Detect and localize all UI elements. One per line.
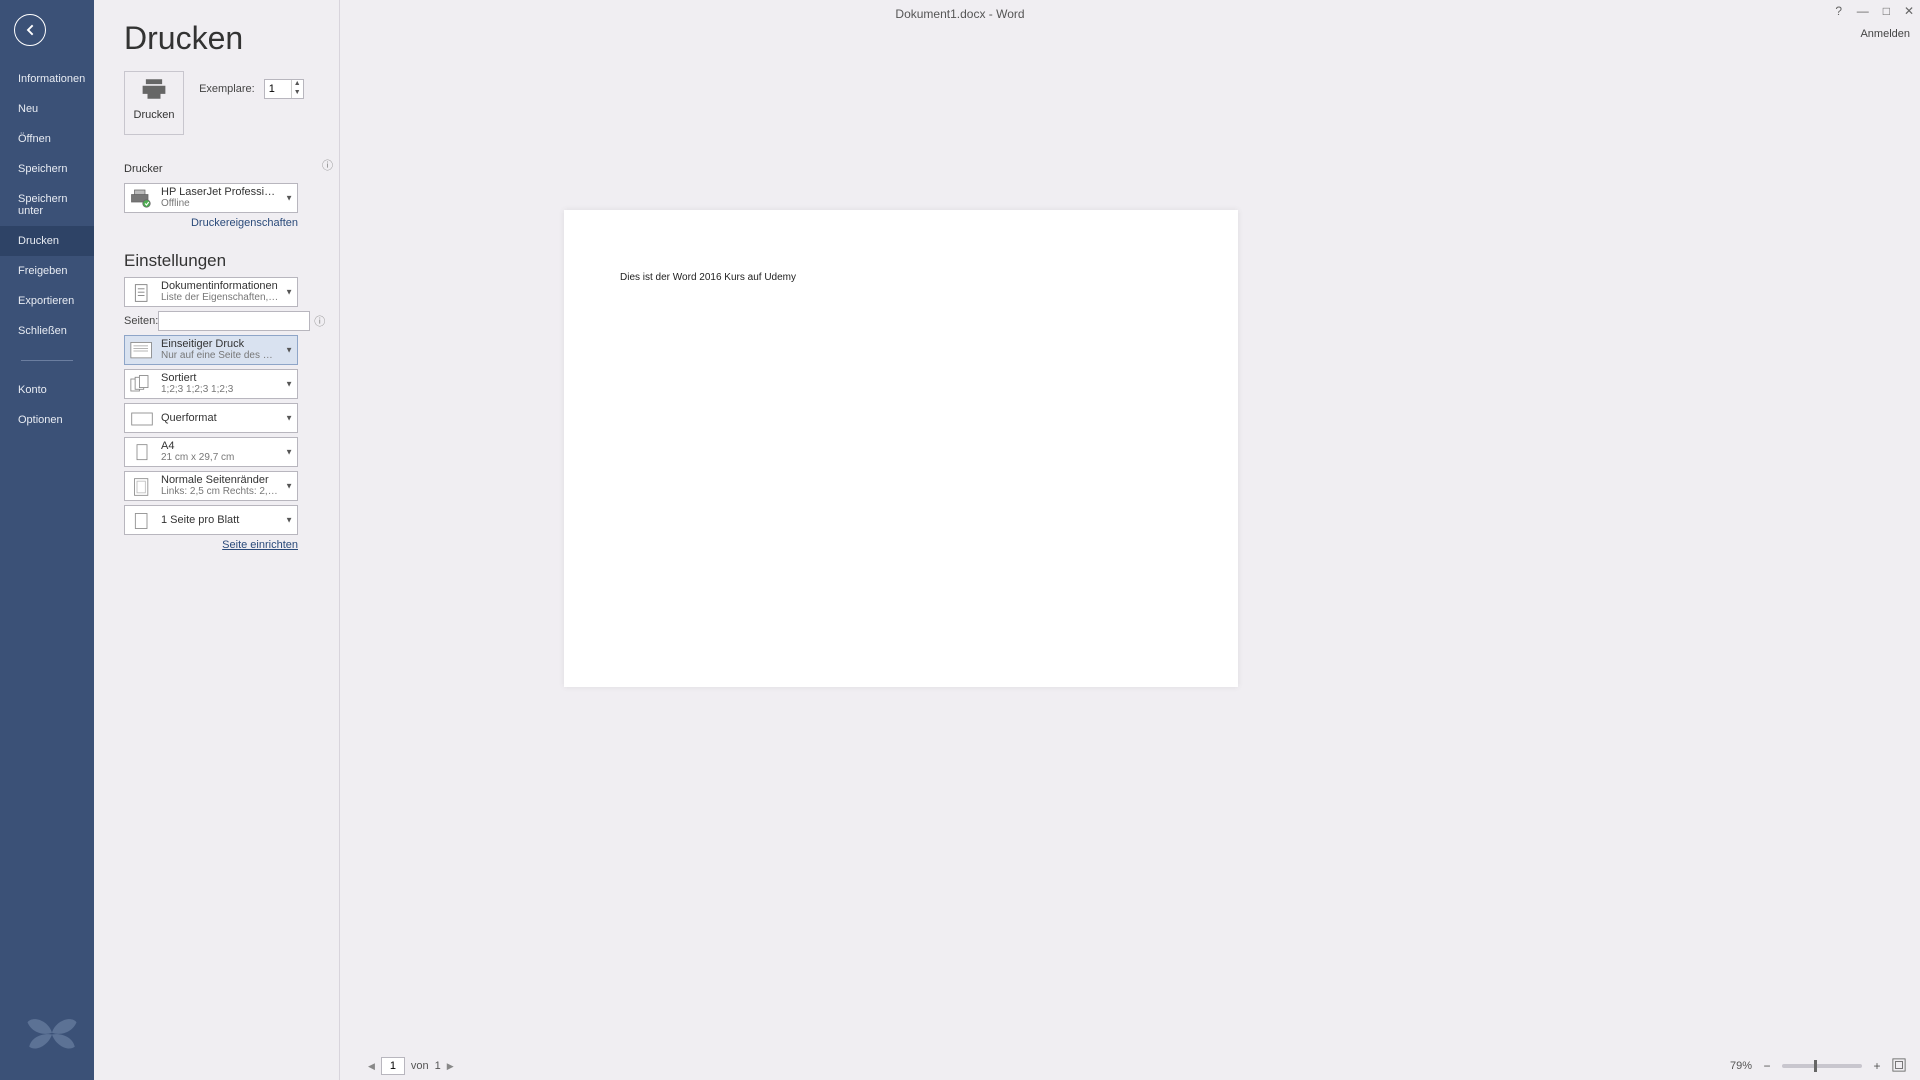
chevron-down-icon: ▼ <box>285 346 293 355</box>
window-title: Dokument1.docx - Word <box>895 7 1024 21</box>
help-icon[interactable]: ? <box>1835 4 1842 18</box>
printer-properties-link[interactable]: Druckereigenschaften <box>124 217 298 229</box>
pages-per-sheet-selector[interactable]: 1 Seite pro Blatt ▼ <box>124 505 298 535</box>
printer-status: Offline <box>161 198 279 209</box>
print-panel: Drucken Drucken Exemplare: ▲ ▼ Drucker ⓘ… <box>94 0 340 1080</box>
pages-label: Seiten: <box>124 315 158 327</box>
copies-label: Exemplare: <box>199 83 255 95</box>
next-page-icon[interactable]: ▶ <box>447 1061 454 1072</box>
page-title: Drucken <box>124 20 339 57</box>
page-navigator: ◀ von 1 ▶ <box>368 1057 454 1075</box>
sides-title: Einseitiger Druck <box>161 338 279 350</box>
copies-input[interactable] <box>265 80 291 98</box>
back-button[interactable] <box>14 14 46 46</box>
minimize-icon[interactable]: — <box>1857 4 1869 18</box>
zoom-value: 79% <box>1730 1060 1752 1072</box>
margins-title: Normale Seitenränder <box>161 474 279 486</box>
zoom-controls: 79% − + <box>1730 1058 1906 1075</box>
document-info-icon <box>129 282 155 304</box>
margins-icon <box>129 476 155 498</box>
sidebar-item-speichern[interactable]: Speichern <box>0 154 94 184</box>
paper-title: A4 <box>161 440 279 452</box>
pages-info-icon[interactable]: ⓘ <box>314 313 325 329</box>
page-of-label: von <box>411 1060 429 1072</box>
zoom-slider[interactable] <box>1782 1064 1862 1068</box>
chevron-down-icon: ▼ <box>285 448 293 457</box>
sides-selector[interactable]: Einseitiger Druck Nur auf eine Seite des… <box>124 335 298 365</box>
pages-row: Seiten: ⓘ <box>124 311 298 331</box>
collate-sub: 1;2;3 1;2;3 1;2;3 <box>161 384 279 395</box>
printer-selector[interactable]: HP LaserJet Professional CP… Offline ▼ <box>124 183 298 213</box>
paper-size-selector[interactable]: A4 21 cm x 29,7 cm ▼ <box>124 437 298 467</box>
sidebar-item-freigeben[interactable]: Freigeben <box>0 256 94 286</box>
margins-sub: Links: 2,5 cm Rechts: 2,5… <box>161 486 279 497</box>
chevron-down-icon: ▼ <box>285 414 293 423</box>
landscape-icon <box>129 408 155 430</box>
one-page-icon <box>129 510 155 532</box>
settings-section-title: Einstellungen <box>124 251 339 271</box>
print-what-sub: Liste der Eigenschaften, z. B.… <box>161 292 279 303</box>
printer-section-label: Drucker <box>124 163 163 175</box>
pages-per-sheet-value: 1 Seite pro Blatt <box>161 512 279 528</box>
print-button-label: Drucken <box>125 109 183 121</box>
page-setup-link[interactable]: Seite einrichten <box>124 539 298 551</box>
printer-icon <box>129 188 155 210</box>
orientation-value: Querformat <box>161 410 279 426</box>
print-preview-area: Dies ist der Word 2016 Kurs auf Udemy <box>342 36 1920 1052</box>
print-what-title: Dokumentinformationen <box>161 280 279 292</box>
sidebar-item-öffnen[interactable]: Öffnen <box>0 124 94 154</box>
copies-down-icon[interactable]: ▼ <box>292 89 303 98</box>
chevron-down-icon: ▼ <box>285 380 293 389</box>
copies-stepper[interactable]: ▲ ▼ <box>264 79 304 99</box>
sidebar-item-speichern-unter[interactable]: Speichern unter <box>0 184 94 226</box>
sidebar-item-optionen[interactable]: Optionen <box>0 405 94 435</box>
chevron-down-icon: ▼ <box>285 288 293 297</box>
paper-icon <box>129 442 155 464</box>
sidebar-item-schließen[interactable]: Schließen <box>0 316 94 346</box>
chevron-down-icon: ▼ <box>285 516 293 525</box>
sidebar-item-konto[interactable]: Konto <box>0 375 94 405</box>
collate-selector[interactable]: Sortiert 1;2;3 1;2;3 1;2;3 ▼ <box>124 369 298 399</box>
orientation-selector[interactable]: Querformat ▼ <box>124 403 298 433</box>
print-what-selector[interactable]: Dokumentinformationen Liste der Eigensch… <box>124 277 298 307</box>
one-sided-icon <box>129 340 155 362</box>
sidebar-divider <box>21 360 73 361</box>
backstage-sidebar: InformationenNeuÖffnenSpeichernSpeichern… <box>0 0 94 1080</box>
prev-page-icon[interactable]: ◀ <box>368 1061 375 1072</box>
zoom-out-button[interactable]: − <box>1760 1059 1774 1073</box>
chevron-down-icon: ▼ <box>285 482 293 491</box>
current-page-input[interactable] <box>381 1057 405 1075</box>
printer-section-title: Drucker ⓘ <box>124 157 339 177</box>
sidebar-item-drucken[interactable]: Drucken <box>0 226 94 256</box>
zoom-in-button[interactable]: + <box>1870 1059 1884 1073</box>
preview-text: Dies ist der Word 2016 Kurs auf Udemy <box>620 272 796 283</box>
printer-info-icon[interactable]: ⓘ <box>322 157 333 173</box>
restore-icon[interactable]: □ <box>1883 4 1890 18</box>
collated-icon <box>129 374 155 396</box>
preview-statusbar: ◀ von 1 ▶ 79% − + <box>342 1052 1920 1080</box>
preview-page: Dies ist der Word 2016 Kurs auf Udemy <box>564 210 1238 687</box>
chevron-down-icon: ▼ <box>285 194 293 203</box>
pages-input[interactable] <box>158 311 310 331</box>
print-button[interactable]: Drucken <box>124 71 184 135</box>
butterfly-logo <box>24 1003 80 1062</box>
sidebar-item-neu[interactable]: Neu <box>0 94 94 124</box>
sidebar-item-exportieren[interactable]: Exportieren <box>0 286 94 316</box>
margins-selector[interactable]: Normale Seitenränder Links: 2,5 cm Recht… <box>124 471 298 501</box>
window-controls: — □ ✕ <box>1857 4 1914 18</box>
sides-sub: Nur auf eine Seite des Blatts… <box>161 350 279 361</box>
copies-up-icon[interactable]: ▲ <box>292 80 303 89</box>
collate-title: Sortiert <box>161 372 279 384</box>
zoom-to-page-icon[interactable] <box>1892 1058 1906 1075</box>
copies-group: Exemplare: ▲ ▼ <box>199 79 304 99</box>
sidebar-item-informationen[interactable]: Informationen <box>0 64 94 94</box>
printer-name: HP LaserJet Professional CP… <box>161 186 279 198</box>
close-icon[interactable]: ✕ <box>1904 4 1914 18</box>
total-pages: 1 <box>435 1060 441 1072</box>
paper-sub: 21 cm x 29,7 cm <box>161 452 279 463</box>
